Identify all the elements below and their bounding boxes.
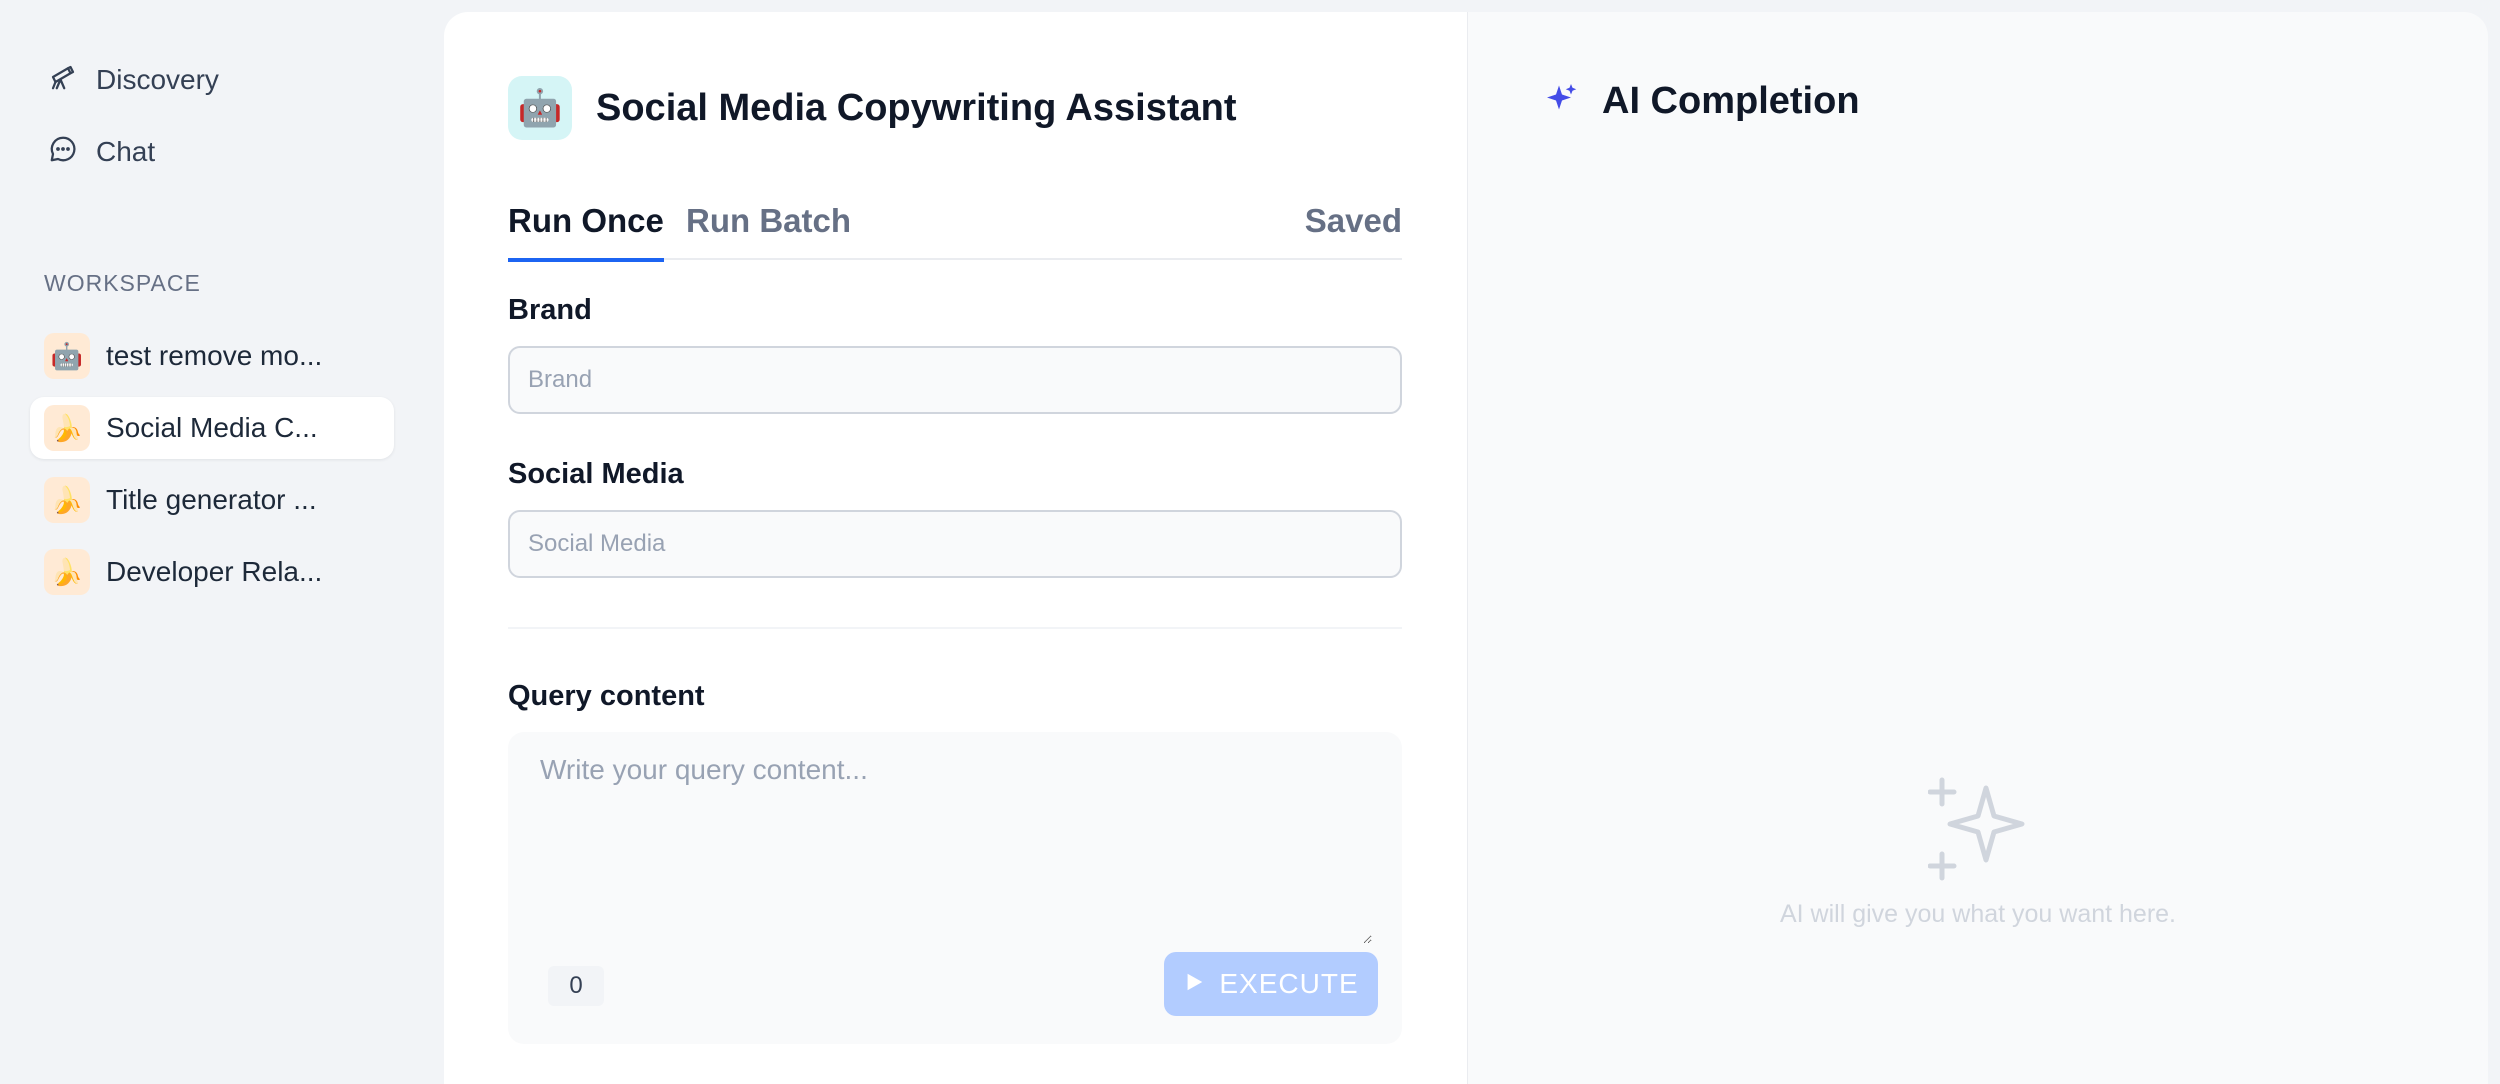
- banana-icon: 🍌: [44, 405, 90, 451]
- workspace-item-label: Social Media C...: [106, 412, 318, 443]
- nav-discovery[interactable]: Discovery: [48, 52, 219, 108]
- tab-run-batch[interactable]: Run Batch: [686, 202, 851, 258]
- execute-button[interactable]: EXECUTE: [1164, 952, 1378, 1016]
- tab-run-once[interactable]: Run Once: [508, 202, 664, 262]
- app-header: 🤖 Social Media Copywriting Assistant: [508, 76, 1237, 140]
- workspace-item-label: test remove mo...: [106, 340, 323, 371]
- query-content-textarea[interactable]: [540, 754, 1372, 944]
- nav-chat-label: Chat: [96, 136, 156, 167]
- completion-title: AI Completion: [1602, 80, 1860, 122]
- sparkle-icon: [1544, 81, 1580, 122]
- sparkle-outline-icon: [1927, 774, 2038, 884]
- execute-label: EXECUTE: [1219, 968, 1359, 999]
- divider: [508, 627, 1402, 629]
- brand-label: Brand: [508, 294, 592, 326]
- run-tabs: Run Once Run Batch Saved: [508, 182, 1402, 262]
- workspace-item-label: Developer Rela...: [106, 556, 323, 587]
- app-title: Social Media Copywriting Assistant: [596, 86, 1237, 129]
- chat-bubble-icon: [48, 134, 78, 171]
- nav-chat[interactable]: Chat: [48, 124, 155, 180]
- banana-icon: 🍌: [44, 549, 90, 595]
- empty-state-text: AI will give you what you want here.: [1779, 900, 2177, 928]
- social-media-label: Social Media: [508, 458, 684, 490]
- workspace-item-social-media[interactable]: 🍌 Social Media C...: [30, 397, 394, 459]
- workspace-item-label: Title generator ...: [106, 484, 317, 515]
- saved-tab[interactable]: Saved: [1305, 202, 1402, 240]
- workspace-item-title-generator[interactable]: 🍌 Title generator ...: [30, 469, 394, 531]
- workspace-item-developer-relations[interactable]: 🍌 Developer Rela...: [30, 541, 394, 603]
- play-icon: [1183, 968, 1205, 1000]
- sidebar: Discovery Chat WORKSPACE 🤖 test remove m…: [0, 0, 430, 1084]
- brand-input[interactable]: [508, 346, 1402, 414]
- social-media-input[interactable]: [508, 510, 1402, 578]
- completion-header: AI Completion: [1544, 80, 1860, 123]
- robot-icon: 🤖: [44, 333, 90, 379]
- workspace-title: WORKSPACE: [44, 270, 201, 296]
- query-content-label: Query content: [508, 680, 705, 712]
- banana-icon: 🍌: [44, 477, 90, 523]
- character-counter: 0: [548, 966, 604, 1006]
- robot-icon: 🤖: [508, 76, 572, 140]
- run-panel: 🤖 Social Media Copywriting Assistant Run…: [444, 12, 1468, 1084]
- completion-panel: AI Completion AI will give you what you …: [1468, 12, 2488, 1084]
- telescope-icon: [48, 62, 78, 99]
- query-box: 0 EXECUTE: [508, 732, 1402, 1044]
- nav-discovery-label: Discovery: [96, 64, 219, 95]
- workspace-item-test-remove[interactable]: 🤖 test remove mo...: [30, 325, 394, 387]
